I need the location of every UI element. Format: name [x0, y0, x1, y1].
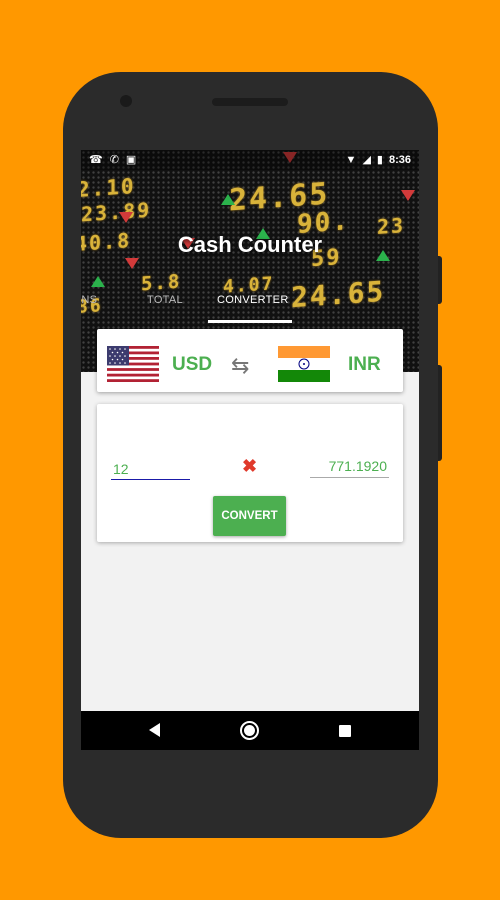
amount-input[interactable]: [111, 456, 190, 480]
ticker-decoration: [119, 212, 133, 223]
front-camera: [120, 95, 132, 107]
recents-icon[interactable]: [339, 725, 351, 737]
phone-icon: ✆: [109, 154, 119, 166]
home-icon[interactable]: [240, 721, 259, 740]
back-icon[interactable]: [149, 723, 160, 737]
us-flag-icon[interactable]: [107, 346, 159, 382]
convert-button[interactable]: CONVERT: [213, 496, 286, 536]
wifi-icon: ▼: [345, 153, 357, 166]
whatsapp-icon: ☎: [89, 154, 103, 166]
ticker-decoration: [91, 276, 105, 287]
battery-icon: ▮: [376, 154, 383, 166]
conversion-card: ✖ 771.1920 CONVERT: [97, 404, 403, 542]
tab-converter[interactable]: CONVERTER: [217, 294, 289, 306]
tab-total[interactable]: TOTAL: [147, 294, 183, 306]
clear-x-icon[interactable]: ✖: [242, 456, 257, 477]
ticker-decoration: [125, 258, 139, 269]
currency-selector-card: USD ⇆ INR: [97, 329, 403, 392]
from-currency-code[interactable]: USD: [172, 354, 212, 376]
earpiece-speaker: [212, 98, 288, 106]
app-title: Cash Counter: [177, 232, 323, 257]
screen: 2.10 23.89 24.65 40.8 90. 23 5.8 4.07 24…: [81, 150, 419, 750]
tab-indicator: [208, 320, 292, 323]
volume-button: [438, 365, 442, 461]
ticker-decoration: [221, 194, 235, 205]
ticker-decoration: [401, 190, 415, 201]
tab-bar: INS TOTAL CONVERTER: [81, 290, 419, 324]
swap-arrows-icon[interactable]: ⇆: [231, 353, 249, 379]
result-field: 771.1920: [310, 454, 389, 478]
signal-icon: ◢: [362, 154, 371, 166]
status-time: 8:36: [388, 153, 411, 166]
ticker-decoration: 2.10: [81, 173, 136, 203]
india-flag-icon[interactable]: [278, 346, 330, 382]
to-currency-code[interactable]: INR: [348, 354, 381, 376]
image-icon: ▣: [125, 154, 137, 166]
power-button: [438, 256, 442, 304]
navigation-bar: [81, 711, 419, 750]
status-bar: ☎ ✆ ▣ ▼ ◢ ▮ 8:36: [81, 150, 419, 170]
tab-ins[interactable]: INS: [81, 294, 97, 306]
ticker-decoration: 23.89: [81, 197, 152, 227]
